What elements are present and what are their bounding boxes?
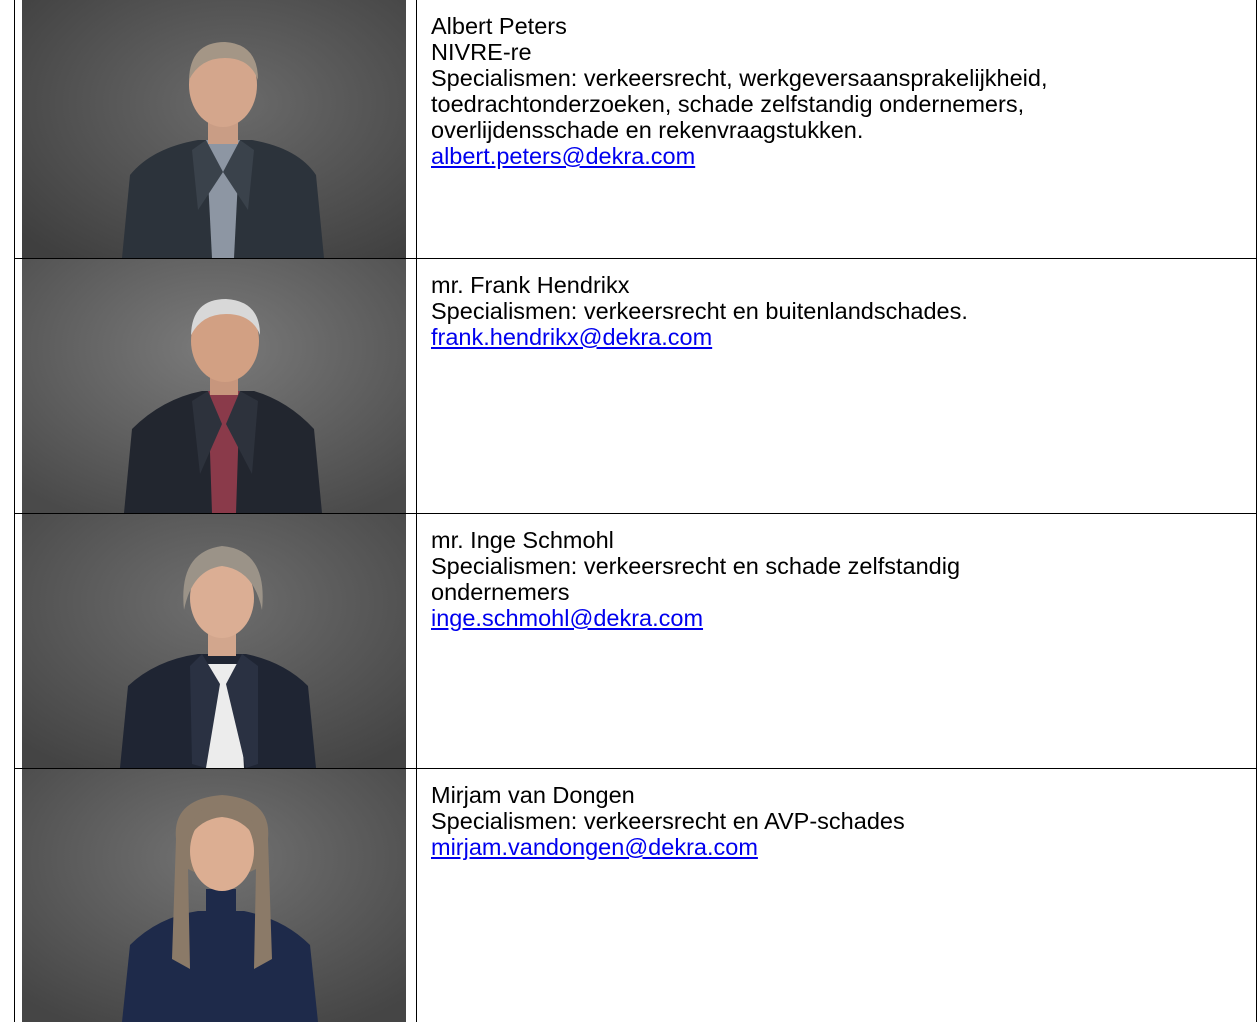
person-name: mr. Inge Schmohl (431, 527, 1246, 553)
info-cell: Mirjam van Dongen Specialismen: verkeers… (417, 769, 1257, 1022)
table-row: mr. Frank Hendrikx Specialismen: verkeer… (15, 259, 1257, 514)
photo-cell (15, 514, 417, 769)
person-specialisms: ondernemers (431, 579, 1246, 605)
portrait-photo (22, 0, 406, 258)
info-cell: mr. Inge Schmohl Specialismen: verkeersr… (417, 514, 1257, 769)
person-info: mr. Frank Hendrikx Specialismen: verkeer… (417, 259, 1256, 350)
person-name: mr. Frank Hendrikx (431, 272, 1246, 298)
person-info: Albert Peters NIVRE-re Specialismen: ver… (417, 0, 1256, 169)
person-specialisms: overlijdensschade en rekenvraagstukken. (431, 117, 1246, 143)
person-specialisms: Specialismen: verkeersrecht en schade ze… (431, 553, 1246, 579)
table-row: Albert Peters NIVRE-re Specialismen: ver… (15, 0, 1257, 259)
person-specialisms: Specialismen: verkeersrecht, werkgeversa… (431, 65, 1246, 91)
portrait-photo (22, 514, 406, 768)
person-specialisms: Specialismen: verkeersrecht en AVP-schad… (431, 808, 1246, 834)
table-row: mr. Inge Schmohl Specialismen: verkeersr… (15, 514, 1257, 769)
email-link[interactable]: inge.schmohl@dekra.com (431, 605, 703, 631)
email-link[interactable]: albert.peters@dekra.com (431, 143, 695, 169)
person-specialisms: Specialismen: verkeersrecht en buitenlan… (431, 298, 1246, 324)
person-name: Albert Peters (431, 13, 1246, 39)
photo-cell (15, 259, 417, 514)
email-link[interactable]: mirjam.vandongen@dekra.com (431, 834, 758, 860)
info-cell: mr. Frank Hendrikx Specialismen: verkeer… (417, 259, 1257, 514)
person-name: Mirjam van Dongen (431, 782, 1246, 808)
person-specialisms: toedrachtonderzoeken, schade zelfstandig… (431, 91, 1246, 117)
person-title: NIVRE-re (431, 39, 1246, 65)
portrait-photo (22, 259, 406, 513)
photo-cell (15, 769, 417, 1022)
person-info: mr. Inge Schmohl Specialismen: verkeersr… (417, 514, 1256, 631)
email-link[interactable]: frank.hendrikx@dekra.com (431, 324, 712, 350)
info-cell: Albert Peters NIVRE-re Specialismen: ver… (417, 0, 1257, 259)
photo-cell (15, 0, 417, 259)
team-table: Albert Peters NIVRE-re Specialismen: ver… (14, 0, 1257, 1022)
portrait-photo (22, 769, 406, 1022)
table-row: Mirjam van Dongen Specialismen: verkeers… (15, 769, 1257, 1022)
person-info: Mirjam van Dongen Specialismen: verkeers… (417, 769, 1256, 860)
